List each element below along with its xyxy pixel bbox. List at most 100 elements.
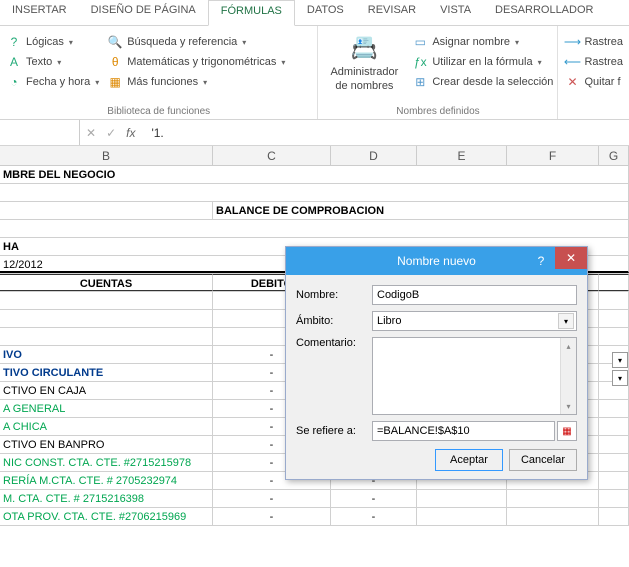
create-selection-icon: ⊞ bbox=[412, 74, 428, 90]
fx-icon[interactable]: fx bbox=[126, 126, 135, 140]
theta-icon: θ bbox=[107, 54, 123, 70]
cell-balance-title[interactable]: BALANCE DE COMPROBACION bbox=[213, 202, 629, 219]
row-tivo-circ[interactable]: TIVO CIRCULANTE bbox=[0, 364, 213, 381]
logicas-button[interactable]: ? Lógicas▾ bbox=[6, 34, 99, 50]
cell-nombre-negocio[interactable]: MBRE DEL NEGOCIO bbox=[0, 166, 629, 183]
tab-diseno[interactable]: DISEÑO DE PÁGINA bbox=[79, 0, 208, 25]
ribbon: ? Lógicas▾ A Texto▾ ◔ Fecha y hora▾ 🔍 Bú… bbox=[0, 26, 629, 120]
col-c[interactable]: C bbox=[213, 146, 331, 165]
rastrea1-label: Rastrea bbox=[584, 36, 623, 48]
quitar-label: Quitar f bbox=[584, 76, 620, 88]
texto-label: Texto bbox=[26, 56, 52, 68]
fecha-button[interactable]: ◔ Fecha y hora▾ bbox=[6, 74, 99, 90]
refiere-label: Se refiere a: bbox=[296, 425, 372, 437]
rastrear-precedentes-button[interactable]: ⟶ Rastrea bbox=[564, 34, 623, 50]
name-box[interactable] bbox=[0, 120, 80, 145]
comentario-label: Comentario: bbox=[296, 337, 372, 349]
lookup-icon: 🔍 bbox=[107, 34, 123, 50]
more-icon: ▦ bbox=[107, 74, 123, 90]
logic-icon: ? bbox=[6, 34, 22, 50]
col-g[interactable]: G bbox=[599, 146, 629, 165]
col-e[interactable]: E bbox=[417, 146, 507, 165]
row-reria[interactable]: RERÍA M.CTA. CTE. # 2705232974 bbox=[0, 472, 213, 489]
asignar-nombre-button[interactable]: ▭ Asignar nombre▾ bbox=[412, 34, 553, 50]
logicas-label: Lógicas bbox=[26, 36, 64, 48]
tab-datos[interactable]: DATOS bbox=[295, 0, 356, 25]
cell-empty[interactable] bbox=[0, 184, 629, 201]
tab-revisar[interactable]: REVISAR bbox=[356, 0, 428, 25]
rastrear-dependientes-button[interactable]: ⟵ Rastrea bbox=[564, 54, 623, 70]
cancelar-button[interactable]: Cancelar bbox=[509, 449, 577, 471]
utilizar-label: Utilizar en la fórmula bbox=[432, 56, 532, 68]
name-manager-icon: 📇 bbox=[348, 32, 380, 64]
utilizar-formula-button[interactable]: ƒx Utilizar en la fórmula▾ bbox=[412, 54, 553, 70]
row-ivo[interactable]: IVO bbox=[0, 346, 213, 363]
administrador-nombres-button[interactable]: 📇 Administrador de nombres bbox=[324, 30, 404, 104]
cell-empty[interactable] bbox=[0, 220, 629, 237]
quitar-flechas-button[interactable]: ✕ Quitar f bbox=[564, 74, 623, 90]
aceptar-button[interactable]: Aceptar bbox=[435, 449, 503, 471]
group-nombres-label: Nombres definidos bbox=[324, 104, 551, 117]
admin-bot: de nombres bbox=[335, 80, 393, 92]
admin-top: Administrador bbox=[330, 66, 398, 78]
refiere-input[interactable] bbox=[372, 421, 555, 441]
define-name-icon: ▭ bbox=[412, 34, 428, 50]
filter-dropdown-1[interactable]: ▾ bbox=[612, 352, 628, 368]
dialog-title: Nombre nuevo bbox=[397, 254, 476, 268]
masfunc-label: Más funciones bbox=[127, 76, 198, 88]
asignar-label: Asignar nombre bbox=[432, 36, 510, 48]
row-banpro[interactable]: CTIVO EN BANPRO bbox=[0, 436, 213, 453]
ambito-value: Libro bbox=[377, 315, 401, 327]
tab-formulas[interactable]: FÓRMULAS bbox=[208, 0, 295, 26]
scroll-up-icon[interactable]: ▴ bbox=[561, 338, 576, 354]
crear-label: Crear desde la selección bbox=[432, 76, 553, 88]
remove-arrows-icon: ✕ bbox=[564, 74, 580, 90]
tab-vista[interactable]: VISTA bbox=[428, 0, 483, 25]
dialog-close-button[interactable]: ✕ bbox=[555, 247, 587, 269]
ambito-select[interactable]: Libro ▾ bbox=[372, 311, 577, 331]
row-mcta[interactable]: M. CTA. CTE. # 2715216398 bbox=[0, 490, 213, 507]
text-icon: A bbox=[6, 54, 22, 70]
rastrea2-label: Rastrea bbox=[584, 56, 623, 68]
formula-bar: ✕ ✓ fx '1. bbox=[0, 120, 629, 146]
tab-desarrollador[interactable]: DESARROLLADOR bbox=[483, 0, 605, 25]
col-f[interactable]: F bbox=[507, 146, 599, 165]
cancel-x-icon[interactable]: ✕ bbox=[86, 126, 96, 140]
trace-prec-icon: ⟶ bbox=[564, 34, 580, 50]
textarea-scrollbar[interactable]: ▴ ▾ bbox=[560, 338, 576, 414]
ribbon-tabs: INSERTAR DISEÑO DE PÁGINA FÓRMULAS DATOS… bbox=[0, 0, 629, 26]
busqueda-button[interactable]: 🔍 Búsqueda y referencia▾ bbox=[107, 34, 285, 50]
mate-button[interactable]: θ Matemáticas y trigonométricas▾ bbox=[107, 54, 285, 70]
clock-icon: ◔ bbox=[6, 74, 22, 90]
masfunc-button[interactable]: ▦ Más funciones▾ bbox=[107, 74, 285, 90]
busqueda-label: Búsqueda y referencia bbox=[127, 36, 237, 48]
row-nic[interactable]: NIC CONST. CTA. CTE. #2715215978 bbox=[0, 454, 213, 471]
row-general[interactable]: A GENERAL bbox=[0, 400, 213, 417]
crear-seleccion-button[interactable]: ⊞ Crear desde la selección bbox=[412, 74, 553, 90]
col-b[interactable]: B bbox=[0, 146, 213, 165]
dialog-help-button[interactable]: ? bbox=[527, 247, 555, 275]
row-caja[interactable]: CTIVO EN CAJA bbox=[0, 382, 213, 399]
range-picker-button[interactable]: ▦ bbox=[557, 421, 577, 441]
row-chica[interactable]: A CHICA bbox=[0, 418, 213, 435]
dialog-titlebar[interactable]: Nombre nuevo ? ✕ bbox=[286, 247, 587, 275]
scroll-down-icon[interactable]: ▾ bbox=[561, 398, 576, 414]
ambito-label: Ámbito: bbox=[296, 315, 372, 327]
tab-insertar[interactable]: INSERTAR bbox=[0, 0, 79, 25]
cell[interactable] bbox=[0, 202, 213, 219]
comentario-textarea[interactable]: ▴ ▾ bbox=[372, 337, 577, 415]
filter-dropdown-2[interactable]: ▾ bbox=[612, 370, 628, 386]
trace-dep-icon: ⟵ bbox=[564, 54, 580, 70]
header-cuentas[interactable]: CUENTAS bbox=[0, 274, 213, 291]
use-in-formula-icon: ƒx bbox=[412, 54, 428, 70]
chevron-down-icon: ▾ bbox=[558, 313, 574, 329]
enter-check-icon[interactable]: ✓ bbox=[106, 126, 116, 140]
column-headers: B C D E F G bbox=[0, 146, 629, 166]
formula-input[interactable]: '1. bbox=[141, 126, 173, 140]
col-d[interactable]: D bbox=[331, 146, 417, 165]
texto-button[interactable]: A Texto▾ bbox=[6, 54, 99, 70]
nombre-input[interactable] bbox=[372, 285, 577, 305]
nombre-label: Nombre: bbox=[296, 289, 372, 301]
row-ota[interactable]: OTA PROV. CTA. CTE. #2706215969 bbox=[0, 508, 213, 525]
group-biblioteca-label: Biblioteca de funciones bbox=[6, 104, 311, 117]
